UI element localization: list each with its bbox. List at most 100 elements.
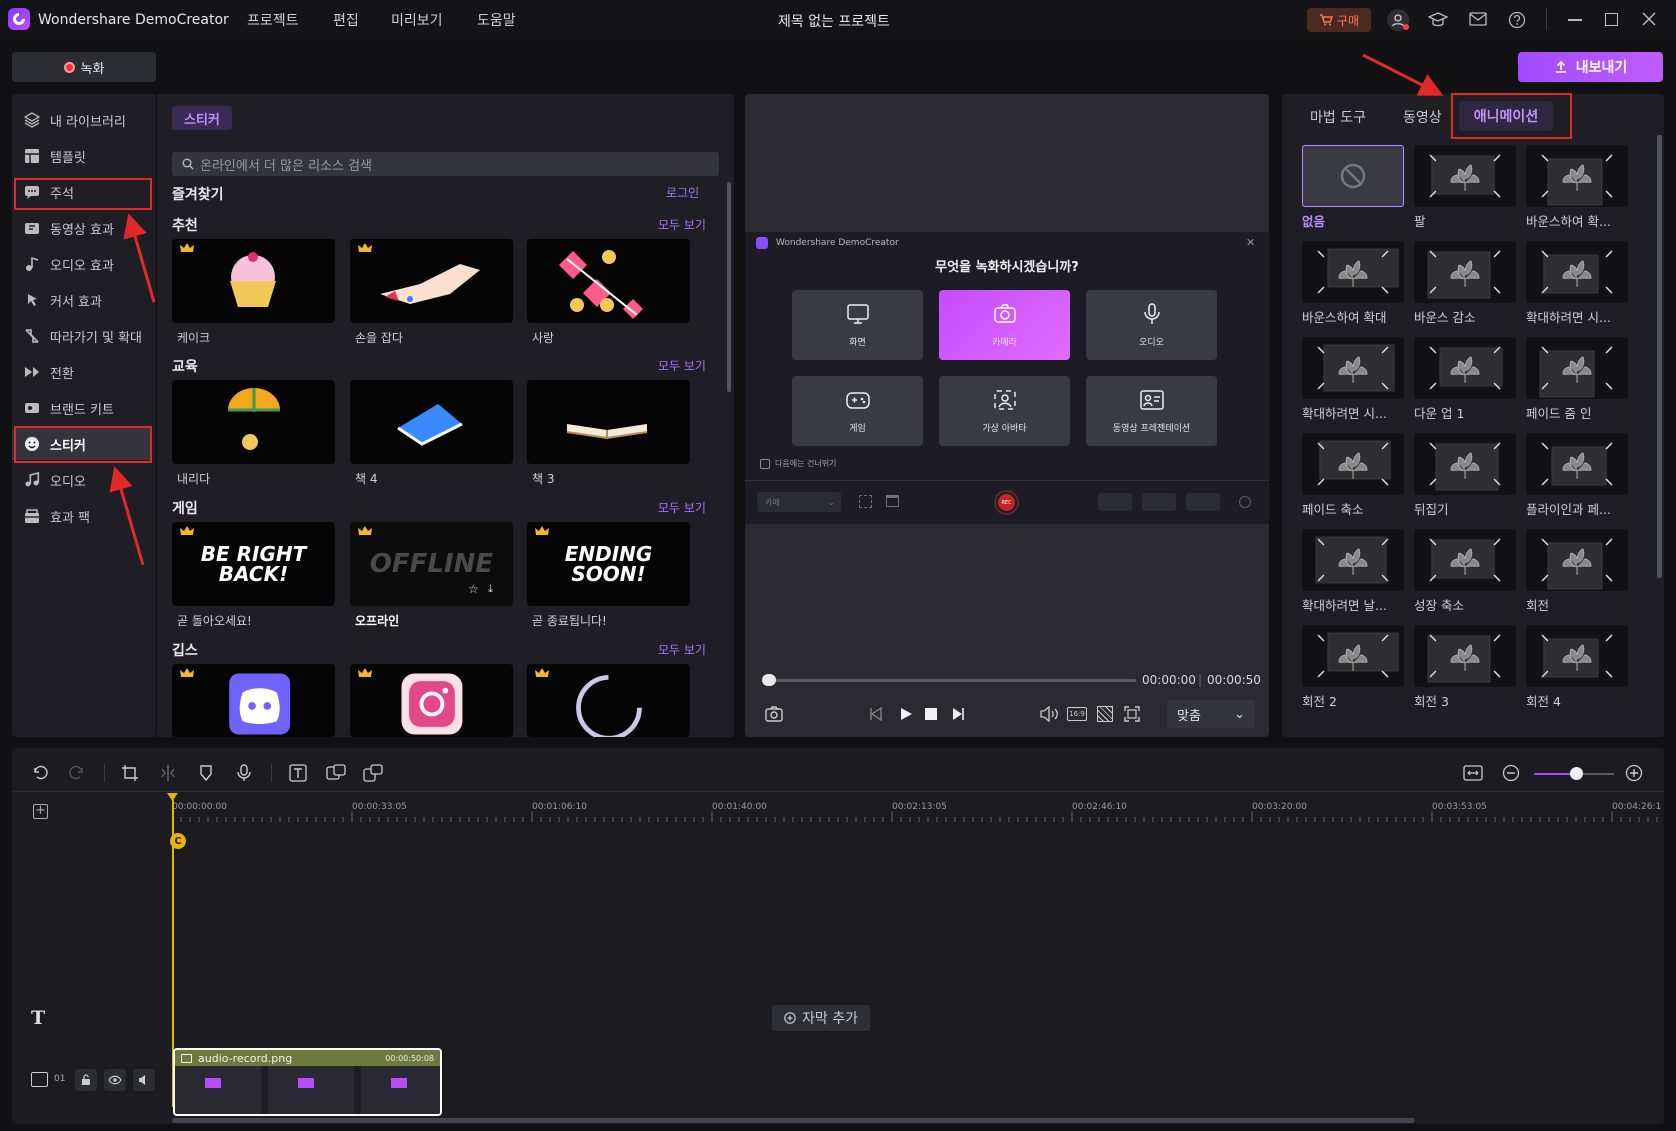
record-option-1[interactable]: 카메라 — [939, 290, 1070, 360]
dialog-close-icon[interactable]: ✕ — [1246, 236, 1255, 249]
animation-preset[interactable] — [1414, 337, 1516, 399]
see-all-link-0[interactable]: 모두 보기 — [658, 216, 706, 233]
sidebar-item-0[interactable]: 내 라이브러리 — [12, 104, 152, 136]
microphone-icon[interactable] — [235, 764, 255, 784]
animation-preset[interactable] — [1526, 433, 1628, 495]
buy-button[interactable]: 구매 — [1307, 8, 1371, 32]
maximize-icon[interactable] — [1605, 13, 1618, 26]
see-all-link-2[interactable]: 모두 보기 — [658, 499, 706, 516]
see-all-link-3[interactable]: 모두 보기 — [658, 641, 706, 658]
undo-icon[interactable] — [31, 764, 51, 784]
sticker-card[interactable] — [172, 380, 335, 464]
dialog-rec-button[interactable]: REC — [994, 490, 1019, 515]
dialog-camera-select[interactable] — [1098, 493, 1132, 511]
seek-bar[interactable] — [762, 679, 1136, 682]
volume-icon[interactable] — [1039, 706, 1059, 722]
effects-scrollbar[interactable] — [1657, 135, 1662, 578]
crop-icon[interactable] — [121, 764, 141, 784]
aspect-ratio-icon[interactable]: 16:9 — [1067, 707, 1087, 721]
download-icon[interactable]: ⤓ — [488, 582, 493, 596]
account-button[interactable] — [1387, 9, 1409, 31]
sticker-card[interactable]: BE RIGHT BACK! — [172, 522, 335, 606]
hide-track-button[interactable] — [104, 1069, 126, 1091]
record-button[interactable]: 녹화 — [12, 52, 156, 82]
sidebar-item-3[interactable]: 동영상 효과 — [12, 212, 152, 244]
animation-preset[interactable] — [1526, 625, 1628, 687]
animation-preset[interactable] — [1526, 529, 1628, 591]
sticker-card[interactable] — [350, 239, 513, 323]
see-all-link-1[interactable]: 모두 보기 — [658, 357, 706, 374]
sticker-card[interactable] — [172, 239, 335, 323]
sidebar-item-5[interactable]: 커서 효과 — [12, 284, 152, 316]
animation-preset[interactable] — [1526, 145, 1628, 207]
animation-preset[interactable] — [1302, 337, 1404, 399]
timeline-ruler[interactable] — [172, 812, 1662, 824]
animation-preset[interactable] — [1414, 433, 1516, 495]
login-link[interactable]: 로그인 — [666, 184, 699, 201]
sidebar-item-10[interactable]: 오디오 — [12, 464, 152, 496]
sticker-card[interactable] — [527, 380, 690, 464]
sticker-card[interactable]: OFFLINE ☆ ⤓ — [350, 522, 513, 606]
zoom-out-icon[interactable] — [1502, 764, 1522, 784]
library-scrollbar[interactable] — [727, 182, 731, 392]
animation-preset[interactable] — [1302, 145, 1404, 207]
sidebar-item-7[interactable]: 전환 — [12, 356, 152, 388]
help-icon[interactable] — [1508, 11, 1526, 29]
fit-timeline-icon[interactable] — [1463, 764, 1483, 784]
animation-preset[interactable] — [1414, 529, 1516, 591]
next-frame-icon[interactable] — [951, 707, 965, 721]
window-icon[interactable] — [886, 495, 899, 507]
animation-preset[interactable] — [1414, 625, 1516, 687]
sticker-card[interactable] — [527, 664, 690, 737]
snapshot-icon[interactable] — [765, 706, 783, 722]
split-icon[interactable] — [159, 764, 179, 784]
region-icon[interactable] — [859, 495, 872, 508]
zoom-in-icon[interactable] — [1625, 764, 1645, 784]
layer-tool-icon[interactable] — [363, 764, 383, 784]
sidebar-item-1[interactable]: 템플릿 — [12, 140, 152, 172]
animation-preset[interactable] — [1302, 625, 1404, 687]
caption-tool-icon[interactable] — [326, 764, 346, 784]
animation-preset[interactable] — [1302, 433, 1404, 495]
play-icon[interactable] — [899, 707, 913, 721]
lock-track-button[interactable] — [75, 1069, 97, 1091]
mark-icon[interactable] — [197, 764, 217, 784]
tutorial-icon[interactable] — [1428, 11, 1448, 29]
fit-dropdown[interactable]: 맞춤 ⌄ — [1167, 700, 1255, 728]
fullscreen-icon[interactable] — [1124, 706, 1140, 722]
minimize-icon[interactable] — [1568, 19, 1582, 21]
animation-preset[interactable] — [1302, 241, 1404, 303]
menu-preview[interactable]: 미리보기 — [391, 10, 443, 30]
animation-preset[interactable] — [1414, 145, 1516, 207]
menu-help[interactable]: 도움말 — [477, 10, 516, 30]
dialog-speaker-select[interactable] — [1186, 493, 1220, 511]
record-option-0[interactable]: 화면 — [792, 290, 923, 360]
marker-icon[interactable]: C — [170, 833, 186, 849]
add-subtitle-button[interactable]: 자막 추가 — [772, 1005, 870, 1031]
mute-track-button[interactable] — [133, 1069, 155, 1091]
sidebar-item-8[interactable]: 브랜드 키트 — [12, 392, 152, 424]
dialog-dropdown[interactable]: 카메 ⌄ — [757, 492, 841, 512]
close-icon[interactable] — [1641, 11, 1657, 27]
sidebar-item-6[interactable]: 따라가기 및 확대 — [12, 320, 152, 352]
record-option-4[interactable]: 가상 아바타 — [939, 376, 1070, 446]
animation-preset[interactable] — [1302, 529, 1404, 591]
add-track-icon[interactable]: + — [33, 804, 48, 819]
sticker-card[interactable] — [350, 664, 513, 737]
tab-sticker[interactable]: 스티커 — [172, 106, 232, 130]
tab-video[interactable]: 동영상 — [1403, 107, 1442, 127]
stop-icon[interactable] — [925, 708, 937, 720]
record-option-3[interactable]: 게임 — [792, 376, 923, 446]
export-button[interactable]: 내보내기 — [1518, 52, 1663, 82]
mail-icon[interactable] — [1469, 12, 1487, 26]
search-box[interactable]: 온라인에서 더 많은 리소스 검색 — [172, 152, 719, 176]
animation-preset[interactable] — [1526, 241, 1628, 303]
prev-frame-icon[interactable] — [869, 707, 883, 721]
favorite-star-icon[interactable]: ☆ — [468, 582, 479, 596]
record-option-5[interactable]: 동영상 프레젠테이션 — [1086, 376, 1217, 446]
timeline-clip[interactable]: audio-record.png 00:00:50:08 — [173, 1048, 442, 1116]
animation-preset[interactable] — [1526, 337, 1628, 399]
sidebar-item-4[interactable]: 오디오 효과 — [12, 248, 152, 280]
text-tool-icon[interactable] — [289, 764, 309, 784]
menu-edit[interactable]: 편집 — [333, 10, 359, 30]
